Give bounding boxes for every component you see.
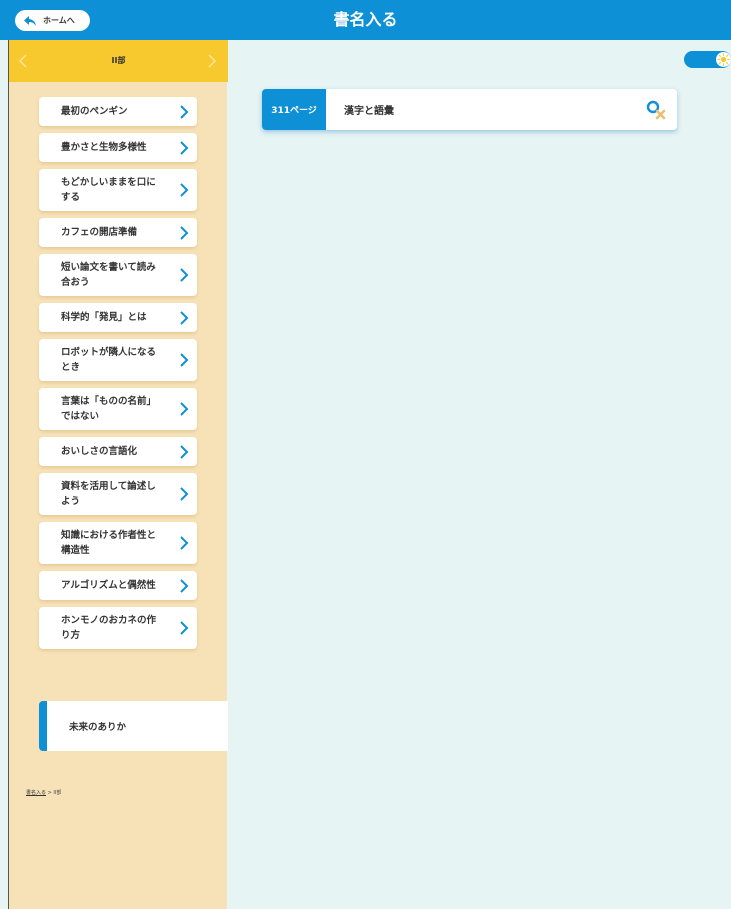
- search-clear-icon[interactable]: [645, 99, 667, 121]
- sun-icon: [717, 53, 730, 66]
- section-title: II部: [111, 56, 126, 65]
- chevron-right-icon: [180, 183, 189, 197]
- chapter-label: おいしさの言語化: [61, 446, 138, 457]
- chapter-item[interactable]: 短い論文を書いて読み合おう: [39, 254, 197, 296]
- chevron-right-icon: [180, 353, 189, 367]
- chevron-right-icon: [180, 578, 189, 593]
- chapter-label: 科学的「発見」とは: [61, 312, 147, 323]
- chapter-item[interactable]: もどかしいままを口にする: [39, 169, 197, 211]
- result-title: 漢字と語彙: [344, 106, 394, 117]
- chapter-label: 豊かさと生物多様性: [61, 142, 147, 153]
- search-result-card[interactable]: 311ページ 漢字と語彙: [262, 89, 677, 130]
- page-title: 書名入る: [333, 10, 398, 29]
- chevron-right-icon: [180, 310, 189, 325]
- next-section-button[interactable]: [204, 50, 220, 72]
- chevron-right-icon: [180, 487, 189, 501]
- chapter-label: 最初のペンギン: [61, 106, 128, 117]
- chapter-item[interactable]: 知識における作者性と構造性: [39, 522, 197, 564]
- app-header: ホームへ 書名入る: [0, 0, 731, 40]
- chapter-item-active[interactable]: 未来のありか: [39, 701, 228, 751]
- chapter-label: 言葉は「ものの名前」ではない: [61, 396, 157, 422]
- chapter-label: ロボットが隣人になるとき: [61, 347, 157, 373]
- chevron-right-icon: [180, 402, 189, 416]
- breadcrumb-current: > II部: [47, 790, 62, 796]
- chapter-label: もどかしいままを口にする: [61, 177, 156, 203]
- section-bar: II部: [9, 40, 228, 82]
- chevron-right-icon: [208, 54, 216, 68]
- chevron-right-icon: [180, 225, 189, 240]
- chevron-right-icon: [180, 268, 189, 282]
- chapter-item[interactable]: 資料を活用して論述しよう: [39, 473, 197, 515]
- sidebar: II部 最初のペンギン 豊かさと生物多様性 もどかしいままを口にする カフェの開…: [8, 40, 228, 909]
- chapter-label: ホンモノのおカネの作り方: [61, 615, 157, 641]
- chevron-right-icon: [180, 444, 189, 459]
- chevron-right-icon: [180, 621, 189, 635]
- chapter-item[interactable]: カフェの開店準備: [39, 218, 197, 247]
- chapter-list: 最初のペンギン 豊かさと生物多様性 もどかしいままを口にする カフェの開店準備 …: [39, 97, 197, 656]
- chapter-label: 資料を活用して論述しよう: [61, 481, 156, 507]
- chevron-right-icon: [180, 140, 189, 155]
- chapter-item[interactable]: 豊かさと生物多様性: [39, 133, 197, 162]
- active-chapter-label: 未来のありか: [69, 722, 127, 733]
- chapter-label: カフェの開店準備: [61, 227, 138, 238]
- chapter-item[interactable]: ホンモノのおカネの作り方: [39, 607, 197, 649]
- chapter-item[interactable]: おいしさの言語化: [39, 437, 197, 466]
- breadcrumb-book-link[interactable]: 書名入る: [26, 790, 46, 796]
- chapter-item[interactable]: 言葉は「ものの名前」ではない: [39, 388, 197, 430]
- chapter-label: 短い論文を書いて読み合おう: [61, 262, 156, 288]
- chapter-label: アルゴリズムと偶然性: [61, 580, 156, 591]
- chevron-right-icon: [180, 536, 189, 550]
- chapter-item[interactable]: アルゴリズムと偶然性: [39, 571, 197, 600]
- chevron-right-icon: [180, 104, 189, 119]
- chapter-item[interactable]: 最初のペンギン: [39, 97, 197, 126]
- chapter-label: 知識における作者性と構造性: [61, 530, 157, 556]
- breadcrumb: 書名入る > II部: [26, 789, 61, 796]
- page-number-badge: 311ページ: [262, 89, 326, 130]
- chapter-item[interactable]: ロボットが隣人になるとき: [39, 339, 197, 381]
- toggle-knob: [716, 52, 731, 67]
- theme-toggle[interactable]: [684, 51, 731, 68]
- chapter-item[interactable]: 科学的「発見」とは: [39, 303, 197, 332]
